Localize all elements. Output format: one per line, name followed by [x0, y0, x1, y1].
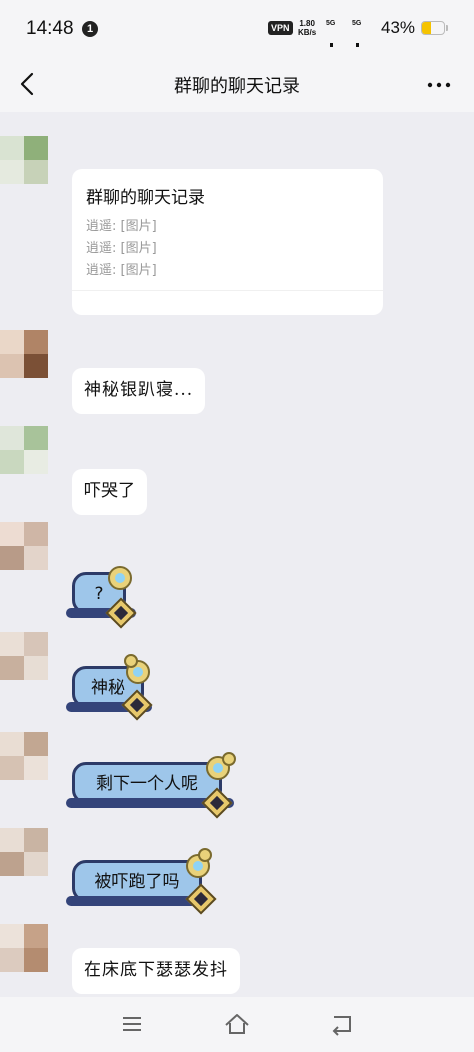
- sticker[interactable]: 被吓跑了吗: [66, 848, 217, 915]
- home-icon[interactable]: [223, 1011, 251, 1037]
- sticker[interactable]: 神秘: [66, 654, 162, 721]
- page-title: 群聊的聊天记录: [174, 76, 300, 97]
- avatar[interactable]: [0, 136, 64, 200]
- signal-label-2: 5G: [352, 20, 362, 27]
- card-row: 逍遥: [图片]: [86, 219, 157, 234]
- avatar[interactable]: [0, 924, 64, 988]
- avatar[interactable]: [0, 522, 64, 586]
- signal-label: 5G: [326, 20, 336, 27]
- vpn-badge: VPN: [268, 21, 293, 35]
- forwarded-history-card[interactable]: 群聊的聊天记录 逍遥: [图片] 逍遥: [图片] 逍遥: [图片]: [72, 169, 383, 315]
- menu-icon[interactable]: [118, 1011, 146, 1037]
- avatar[interactable]: [0, 828, 64, 892]
- status-time: 14:48: [26, 18, 74, 39]
- more-horizontal-icon[interactable]: [424, 70, 454, 100]
- title-bar: 群聊的聊天记录: [0, 58, 474, 112]
- avatar[interactable]: [0, 632, 64, 696]
- message-bubble[interactable]: 在床底下瑟瑟发抖: [72, 948, 240, 994]
- net-speed-unit: KB/s: [298, 28, 317, 37]
- net-speed-value: 1.80: [299, 19, 315, 28]
- avatar[interactable]: [0, 732, 64, 796]
- chat-area[interactable]: 群聊的聊天记录 逍遥: [图片] 逍遥: [图片] 逍遥: [图片] 神秘银趴寝…: [0, 112, 474, 997]
- battery-percent: 43%: [381, 18, 416, 37]
- sticker[interactable]: ?: [66, 562, 140, 629]
- card-row: 逍遥: [图片]: [86, 241, 157, 256]
- battery-icon: [421, 21, 445, 35]
- net-speed: 1.80 KB/s: [298, 19, 316, 37]
- status-bar: 14:48 1 VPN 1.80 KB/s 5G 5G 43%: [0, 0, 474, 104]
- card-title: 群聊的聊天记录: [86, 188, 205, 208]
- message-bubble[interactable]: 吓哭了: [72, 469, 147, 515]
- avatar[interactable]: [0, 426, 64, 490]
- notification-badge: 1: [82, 21, 98, 37]
- message-bubble[interactable]: 神秘银趴寝...: [72, 368, 206, 414]
- back-icon[interactable]: [328, 1011, 356, 1037]
- card-divider: [72, 290, 383, 291]
- avatar[interactable]: [0, 330, 64, 394]
- card-row: 逍遥: [图片]: [86, 263, 157, 278]
- system-nav-bar: [0, 997, 474, 1052]
- sticker[interactable]: 剩下一个人呢: [66, 752, 242, 819]
